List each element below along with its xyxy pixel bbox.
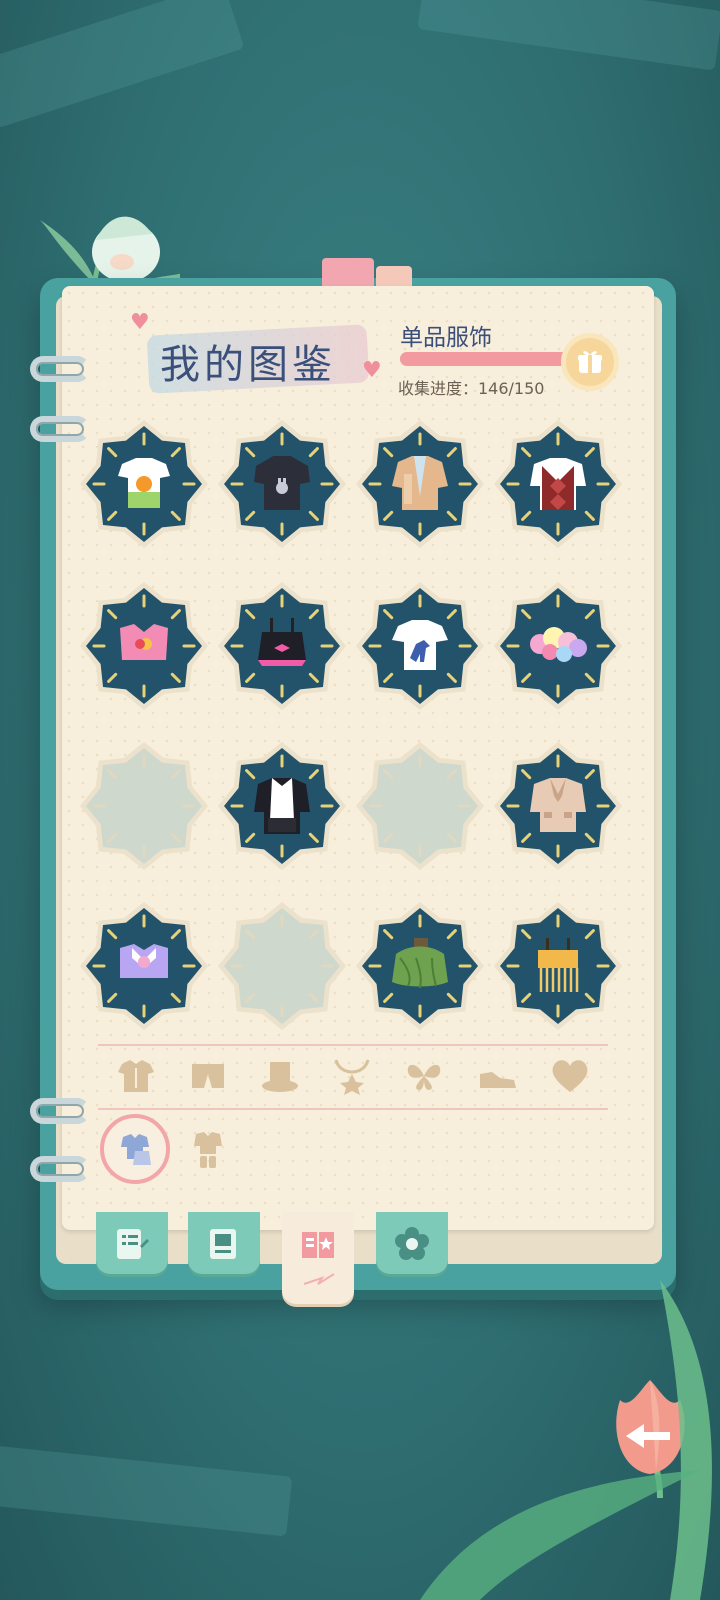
collection-progress-bar <box>400 352 584 366</box>
binder-ring <box>30 356 90 382</box>
category-label: 单品服饰 <box>400 325 492 351</box>
category-necklace-button[interactable] <box>332 1056 372 1096</box>
collection-slot[interactable] <box>356 582 484 710</box>
slot-frame <box>218 902 346 1030</box>
subcategory-dress-button[interactable] <box>186 1128 230 1172</box>
shirt-icon <box>118 1060 154 1092</box>
beige-jacket-icon <box>530 778 586 832</box>
necklace-icon <box>334 1059 370 1095</box>
page-title-text: 我的图鉴 <box>160 342 336 388</box>
tab-collection-book[interactable] <box>282 1212 354 1304</box>
collection-slot[interactable] <box>218 742 346 870</box>
purple-bow-top-icon <box>120 944 168 978</box>
leaf-skirt-icon <box>392 938 448 989</box>
tan-jacket-icon <box>392 456 448 510</box>
sparkle-icon <box>303 1273 335 1285</box>
category-wings-button[interactable] <box>404 1056 444 1096</box>
collection-slot[interactable] <box>80 582 208 710</box>
heart-icon: ♥ <box>130 310 150 335</box>
collection-slot[interactable] <box>80 902 208 1030</box>
tab-album[interactable] <box>188 1212 260 1274</box>
collection-slot[interactable] <box>356 420 484 548</box>
black-bow-camisole-icon <box>258 618 306 666</box>
collection-slot[interactable] <box>494 742 622 870</box>
notes-icon <box>117 1229 149 1259</box>
shoe-icon <box>480 1072 516 1088</box>
black-bunny-hoodie-icon <box>254 456 310 510</box>
collection-slot[interactable] <box>218 420 346 548</box>
reward-gift-button[interactable] <box>566 338 614 386</box>
background-streak <box>0 1443 293 1537</box>
collection-slot-locked[interactable] <box>218 902 346 1030</box>
collection-slot[interactable] <box>494 582 622 710</box>
flower-bandeau-icon <box>530 627 587 662</box>
top-tab-decoration <box>376 266 412 288</box>
collection-slot[interactable] <box>80 420 208 548</box>
collection-slot[interactable] <box>494 902 622 1030</box>
background-streak <box>0 0 245 129</box>
background-streak <box>417 0 720 71</box>
category-shirt-button[interactable] <box>116 1056 156 1096</box>
album-icon <box>210 1229 236 1259</box>
black-white-blouse-icon <box>254 778 310 834</box>
category-divider <box>98 1108 608 1110</box>
top-tab-decoration <box>322 258 374 288</box>
collection-slot[interactable] <box>356 902 484 1030</box>
category-pants-button[interactable] <box>188 1056 228 1096</box>
binder-ring <box>30 1156 90 1182</box>
leaf-decoration <box>420 1280 712 1600</box>
collection-slot[interactable] <box>494 420 622 548</box>
orange-tshirt-icon <box>118 458 170 508</box>
fringe-top-icon <box>538 938 579 992</box>
dinosaur-tshirt-icon <box>392 620 448 670</box>
wings-icon <box>407 1064 441 1090</box>
category-divider <box>98 1044 608 1046</box>
page-title: ♥ ♥ 我的图鉴 <box>130 310 382 398</box>
dress-icon <box>194 1132 222 1168</box>
collection-slot[interactable] <box>218 582 346 710</box>
category-hat-button[interactable] <box>260 1056 300 1096</box>
argyle-vest-icon <box>530 458 586 510</box>
collection-progress-fill <box>400 352 580 366</box>
gift-icon <box>578 351 602 373</box>
heart-icon: ♥ <box>362 358 382 383</box>
pants-icon <box>192 1064 224 1088</box>
flower-icon <box>395 1227 429 1260</box>
tab-notes[interactable] <box>96 1212 168 1274</box>
tab-flower[interactable] <box>376 1212 448 1274</box>
collection-slot-locked[interactable] <box>80 742 208 870</box>
outfit-icon <box>121 1134 151 1165</box>
slot-frame <box>356 742 484 870</box>
subcategory-outfit-button[interactable] <box>100 1114 170 1184</box>
binder-ring <box>30 1098 90 1124</box>
collection-progress-text: 收集进度：146/150 <box>398 379 545 398</box>
hat-icon <box>262 1062 298 1092</box>
collection-slot-locked[interactable] <box>356 742 484 870</box>
heart-icon <box>552 1060 588 1092</box>
pink-crop-top-icon <box>120 624 168 660</box>
slot-frame <box>80 742 208 870</box>
category-shoe-button[interactable] <box>478 1056 518 1096</box>
category-heart-button[interactable] <box>550 1056 590 1096</box>
collection-book-icon <box>302 1232 334 1258</box>
